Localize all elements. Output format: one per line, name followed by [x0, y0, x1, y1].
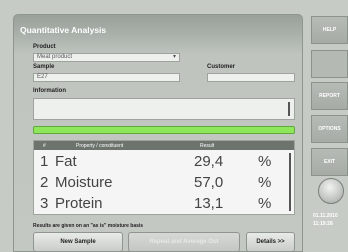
options-button[interactable]: OPTIONS	[311, 115, 348, 143]
table-row[interactable]: 3 Protein 13,1 %	[34, 194, 289, 214]
row-name: Protein	[55, 195, 103, 212]
new-sample-button[interactable]: New Sample	[33, 232, 123, 252]
repeat-average-button[interactable]: Repeat and Average Out	[128, 232, 240, 252]
sample-label: Sample	[33, 64, 55, 70]
table-header: # Property / constituent Result	[34, 141, 294, 150]
report-button[interactable]: REPORT	[311, 82, 348, 110]
row-num: 3	[40, 195, 49, 212]
row-num: 2	[40, 174, 49, 191]
sample-field[interactable]: E27	[33, 73, 180, 82]
help-button[interactable]: HELP	[311, 16, 348, 44]
row-value: 57,0	[194, 174, 224, 191]
information-scrollbar[interactable]	[288, 102, 290, 116]
results-table: # Property / constituent Result 1 Fat 29…	[33, 140, 295, 215]
exit-button[interactable]: EXIT	[311, 148, 348, 176]
table-scrollbar[interactable]	[289, 153, 291, 211]
row-unit: %	[258, 174, 272, 191]
information-field[interactable]	[33, 98, 295, 120]
customer-label: Customer	[207, 64, 236, 70]
time-display: 11:19:28	[313, 221, 333, 227]
information-label: Information	[33, 88, 66, 94]
row-unit: %	[258, 153, 272, 170]
header-property: Property / constituent	[76, 143, 124, 149]
header-result: Result	[200, 143, 215, 149]
details-button[interactable]: Details >>	[246, 232, 295, 252]
sidebar-blank-button[interactable]	[311, 50, 348, 78]
panel-title: Quantitative Analysis	[20, 25, 107, 35]
product-value: Meat product	[37, 54, 73, 60]
date-display: 01.11.2010	[313, 213, 338, 219]
row-value: 13,1	[194, 195, 224, 212]
progress-bar	[33, 126, 295, 134]
product-select[interactable]: Meat product ▾	[33, 53, 180, 62]
row-name: Fat	[55, 153, 77, 170]
row-value: 29,4	[194, 153, 224, 170]
sample-value: E27	[37, 74, 48, 80]
row-unit: %	[258, 195, 272, 212]
footnote: Results are given on an "as is" moisture…	[33, 223, 144, 229]
customer-field[interactable]	[207, 73, 295, 82]
chevron-down-icon: ▾	[172, 54, 176, 60]
round-action-button[interactable]	[318, 178, 344, 204]
header-num: #	[43, 143, 46, 149]
product-label: Product	[33, 44, 56, 50]
table-row[interactable]: 1 Fat 29,4 %	[34, 152, 289, 172]
table-row[interactable]: 2 Moisture 57,0 %	[34, 173, 289, 193]
row-num: 1	[40, 153, 49, 170]
progress-fill	[34, 127, 294, 133]
row-name: Moisture	[55, 174, 113, 191]
